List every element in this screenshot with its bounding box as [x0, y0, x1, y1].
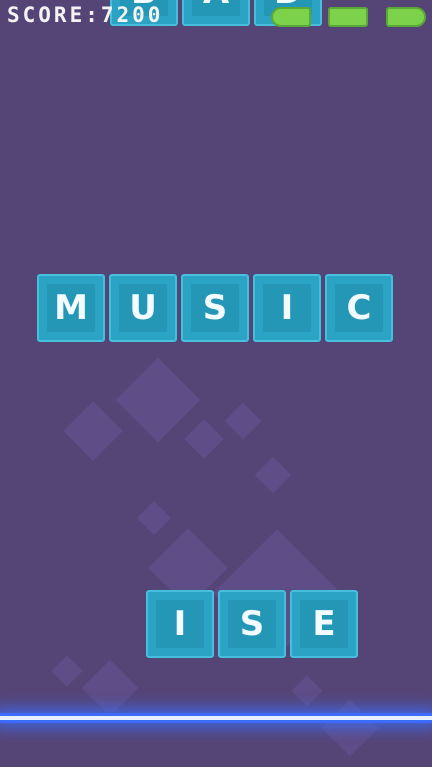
tile-letter: E — [300, 600, 348, 648]
tile-letter: I — [263, 284, 311, 332]
tile-letter: S — [228, 600, 276, 648]
score-display: SCORE:7200 — [7, 3, 163, 27]
background-diamond — [137, 501, 171, 535]
health-segment — [328, 7, 368, 27]
letter-tile[interactable]: S — [181, 274, 249, 342]
tile-letter: S — [191, 284, 239, 332]
score-label: SCORE: — [7, 3, 101, 27]
letter-tile[interactable]: C — [325, 274, 393, 342]
letter-tile[interactable]: I — [146, 590, 214, 658]
laser-core — [0, 716, 432, 720]
background-diamond — [81, 659, 139, 717]
letter-tile[interactable]: S — [218, 590, 286, 658]
background-diamond — [321, 699, 379, 757]
background-diamond — [291, 675, 323, 707]
tile-letter: I — [156, 600, 204, 648]
background-diamond — [254, 456, 292, 494]
letter-tile: A — [182, 0, 250, 26]
health-segment — [386, 7, 426, 27]
background-diamond — [115, 357, 201, 443]
score-value: 7200 — [100, 3, 164, 27]
tile-letter: A — [192, 0, 240, 16]
letter-tile[interactable]: I — [253, 274, 321, 342]
background-diamond — [63, 401, 123, 461]
tile-letter: C — [335, 284, 383, 332]
letter-tile[interactable]: U — [109, 274, 177, 342]
tile-letter: M — [47, 284, 95, 332]
background-diamond — [224, 402, 262, 440]
background-diamond — [51, 655, 83, 687]
letter-tile[interactable]: M — [37, 274, 105, 342]
laser-line — [0, 713, 432, 723]
tile-letter: U — [119, 284, 167, 332]
letter-tile[interactable]: E — [290, 590, 358, 658]
background-diamond — [184, 419, 224, 459]
health-segment — [271, 7, 311, 27]
